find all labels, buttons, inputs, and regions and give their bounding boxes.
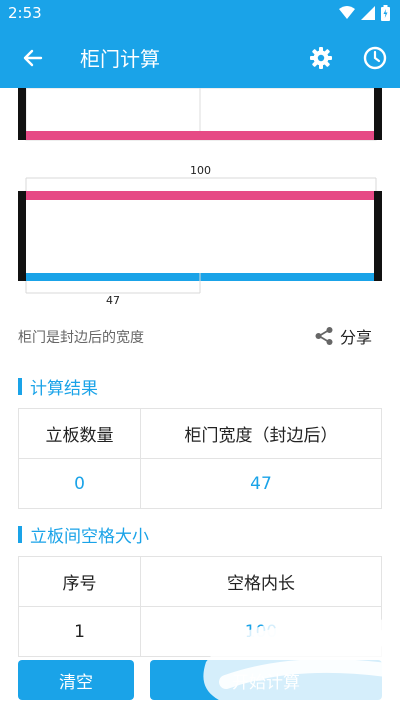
value-panel-count: 0 (18, 458, 141, 509)
spacing-table: 序号 空格内长 1 100 (18, 556, 382, 657)
table-row: 立板数量 柜门宽度（封边后） (18, 408, 382, 459)
table-row: 序号 空格内长 (18, 556, 382, 607)
back-button[interactable] (18, 43, 48, 73)
start-calculate-button[interactable]: 开始计算 (150, 660, 382, 700)
cabinet-diagram (18, 88, 382, 294)
spacing-title-text: 立板间空格大小 (30, 527, 149, 547)
status-time: 2:53 (8, 4, 42, 22)
header-door-width: 柜门宽度（封边后） (140, 408, 382, 459)
door-left-side (18, 191, 26, 281)
gear-icon (310, 47, 332, 69)
clock-icon (363, 46, 387, 70)
clear-button[interactable]: 清空 (18, 660, 134, 700)
width-label-47: 47 (106, 294, 120, 307)
row-inner-length: 100 (140, 606, 382, 657)
width-label-100: 100 (190, 164, 211, 177)
top-door-left-side (18, 88, 26, 140)
spacing-section-title: 立板间空格大小 (18, 522, 149, 547)
header-panel-count: 立板数量 (18, 408, 141, 459)
arrow-left-icon (23, 49, 43, 67)
page-title: 柜门计算 (80, 47, 160, 71)
history-button[interactable] (360, 43, 390, 73)
header-inner-length: 空格内长 (140, 556, 382, 607)
section-accent-bar (18, 378, 22, 395)
table-row: 1 100 (18, 606, 382, 657)
status-icons (339, 5, 390, 21)
header-index: 序号 (18, 556, 141, 607)
battery-icon (381, 5, 390, 21)
value-door-width: 47 (140, 458, 382, 509)
app-bar: 柜门计算 (0, 28, 400, 88)
wifi-icon (339, 6, 355, 19)
signal-icon (361, 6, 375, 20)
table-row: 0 47 (18, 458, 382, 509)
results-section-title: 计算结果 (18, 374, 98, 399)
status-bar: 2:53 (0, 0, 400, 28)
door-body (26, 200, 374, 273)
results-title-text: 计算结果 (30, 379, 98, 399)
top-door-right-side (374, 88, 382, 140)
section-accent-bar (18, 526, 22, 543)
door-pink-edge (26, 191, 374, 200)
row-index: 1 (18, 606, 141, 657)
settings-button[interactable] (306, 43, 336, 73)
share-label: 分享 (340, 328, 373, 347)
door-width-caption: 柜门是封边后的宽度 (18, 330, 144, 346)
top-door-pink-edge (26, 131, 374, 140)
door-right-side (374, 191, 382, 281)
share-button[interactable]: 分享 (314, 324, 372, 348)
results-table: 立板数量 柜门宽度（封边后） 0 47 (18, 408, 382, 509)
share-icon (315, 327, 333, 345)
